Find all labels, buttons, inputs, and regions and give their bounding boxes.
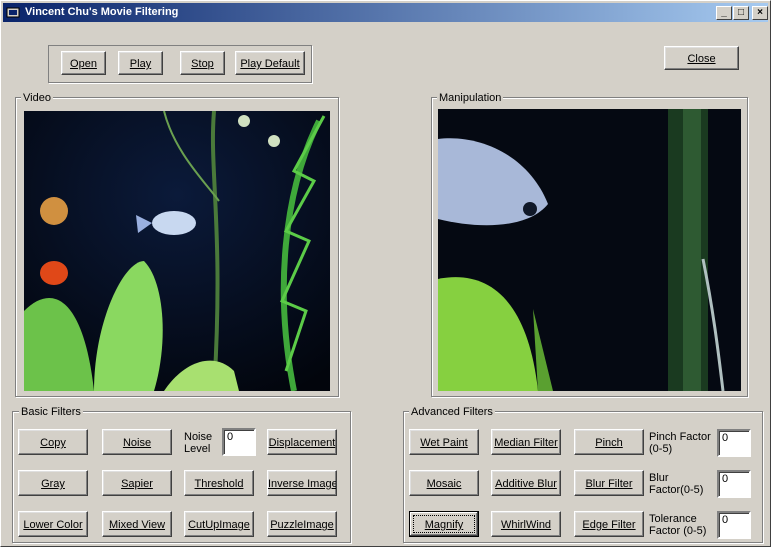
video-group-label: Video [21, 92, 53, 104]
open-button[interactable]: Open [61, 51, 106, 75]
whirlwind-button[interactable]: WhirlWind [491, 511, 561, 537]
median-filter-button[interactable]: Median Filter [491, 429, 561, 455]
noise-level-field[interactable]: 0 [222, 428, 256, 456]
minimize-button[interactable]: _ [716, 6, 732, 20]
blur-filter-button[interactable]: Blur Filter [574, 470, 644, 496]
lower-color-button[interactable]: Lower Color [18, 511, 88, 537]
magnified-video-frame [438, 109, 741, 391]
noise-level-label: Noise Level [184, 431, 213, 455]
cut-up-image-button[interactable]: CutUpImage [184, 511, 254, 537]
inverse-image-button[interactable]: Inverse Image [267, 470, 337, 496]
app-icon [6, 7, 20, 18]
magnify-button[interactable]: Magnify [409, 511, 479, 537]
play-button[interactable]: Play [118, 51, 163, 75]
blur-factor-field[interactable]: 0 [717, 470, 751, 498]
basic-filters-group-label: Basic Filters [19, 406, 83, 418]
advanced-filters-group-label: Advanced Filters [409, 406, 495, 418]
noise-button[interactable]: Noise [102, 429, 172, 455]
stop-button[interactable]: Stop [180, 51, 225, 75]
aquarium-video-frame [24, 111, 330, 391]
pinch-button[interactable]: Pinch [574, 429, 644, 455]
pinch-factor-field[interactable]: 0 [717, 429, 751, 457]
pinch-factor-label: Pinch Factor (0-5) [649, 431, 711, 455]
puzzle-image-button[interactable]: PuzzleImage [267, 511, 337, 537]
close-window-button[interactable]: × [752, 6, 768, 20]
additive-blur-button[interactable]: Additive Blur [491, 470, 561, 496]
play-default-button[interactable]: Play Default [235, 51, 305, 75]
video-display [24, 111, 330, 391]
maximize-button[interactable]: □ [733, 6, 749, 20]
wet-paint-button[interactable]: Wet Paint [409, 429, 479, 455]
sapier-button[interactable]: Sapier [102, 470, 172, 496]
mixed-view-button[interactable]: Mixed View [102, 511, 172, 537]
copy-button[interactable]: Copy [18, 429, 88, 455]
displacement-button[interactable]: Displacement [267, 429, 337, 455]
window-title: Vincent Chu's Movie Filtering [25, 6, 179, 18]
threshold-button[interactable]: Threshold [184, 470, 254, 496]
tolerance-factor-field[interactable]: 0 [717, 511, 751, 539]
mosaic-button[interactable]: Mosaic [409, 470, 479, 496]
title-bar[interactable]: Vincent Chu's Movie Filtering _ □ × [3, 3, 768, 22]
gray-button[interactable]: Gray [18, 470, 88, 496]
main-window: Vincent Chu's Movie Filtering _ □ × Open… [0, 0, 771, 547]
blur-factor-label: Blur Factor(0-5) [649, 472, 704, 496]
tolerance-factor-label: Tolerance Factor (0-5) [649, 513, 707, 537]
edge-filter-button[interactable]: Edge Filter [574, 511, 644, 537]
close-button[interactable]: Close [664, 46, 739, 70]
manipulation-display [438, 109, 741, 391]
manipulation-group-label: Manipulation [437, 92, 504, 104]
